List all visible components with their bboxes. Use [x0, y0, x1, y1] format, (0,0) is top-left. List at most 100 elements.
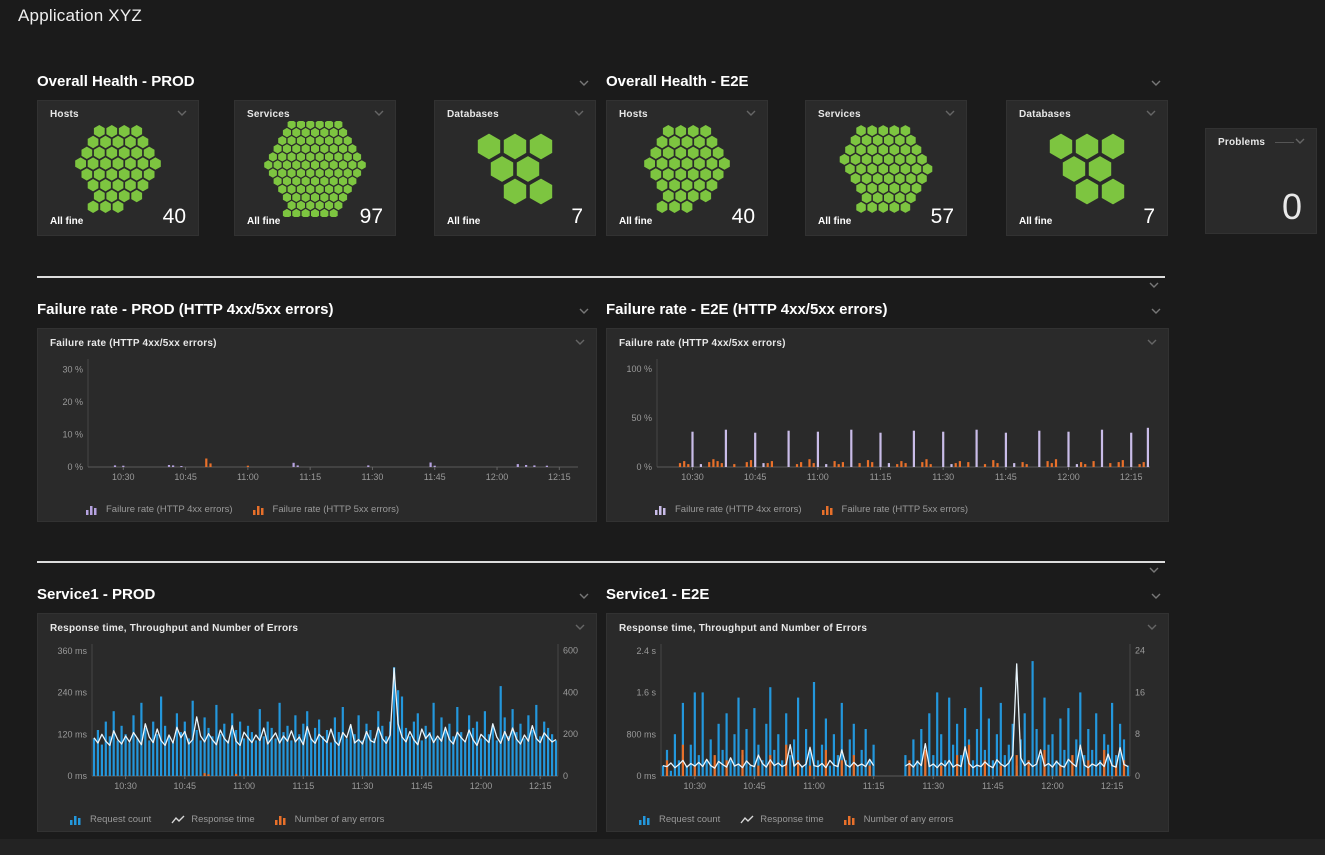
status-label: All fine	[818, 216, 851, 227]
svg-text:600: 600	[563, 646, 578, 656]
count-value: 57	[931, 206, 954, 227]
svg-text:16: 16	[1135, 687, 1145, 697]
chart-title: Failure rate (HTTP 4xx/5xx errors)	[50, 338, 217, 349]
chevron-down-icon[interactable]	[1148, 281, 1160, 289]
svg-text:12:00: 12:00	[470, 781, 493, 791]
count-value: 40	[732, 206, 755, 227]
svg-text:10:30: 10:30	[681, 472, 704, 482]
legend-item[interactable]: Number of any errors	[844, 814, 954, 825]
chart-legend: Failure rate (HTTP 4xx errors) Failure ra…	[607, 504, 1168, 515]
legend-item[interactable]: Failure rate (HTTP 4xx errors)	[655, 504, 802, 515]
svg-text:10:30: 10:30	[112, 472, 135, 482]
svg-text:11:00: 11:00	[233, 781, 255, 791]
legend-item[interactable]: Failure rate (HTTP 5xx errors)	[253, 504, 400, 515]
legend-label: Response time	[191, 814, 254, 825]
svg-text:0 ms: 0 ms	[67, 771, 87, 781]
chevron-down-icon[interactable]	[1150, 307, 1162, 315]
tile-databases-e2e[interactable]: Databases All fine 7	[1006, 100, 1168, 236]
problems-label: Problems	[1218, 137, 1265, 148]
svg-text:10:45: 10:45	[174, 472, 197, 482]
svg-text:11:15: 11:15	[870, 472, 892, 482]
tile-label: Hosts	[50, 109, 79, 120]
service-e2e-chart[interactable]: 2.4 s1.6 s800 ms0 ms24168010:3010:4511:0…	[607, 640, 1166, 802]
svg-text:12:15: 12:15	[1120, 472, 1143, 482]
chevron-down-icon[interactable]	[1148, 566, 1160, 574]
line-series-icon	[171, 814, 185, 825]
tile-problems[interactable]: Problems 0	[1205, 128, 1317, 234]
tile-hosts-prod[interactable]: Hosts All fine 40	[37, 100, 199, 236]
bar-series-icon	[639, 814, 653, 825]
legend-label: Request count	[90, 814, 151, 825]
failure-e2e-chart-tile[interactable]: Failure rate (HTTP 4xx/5xx errors) 100 %…	[606, 328, 1169, 522]
svg-text:0: 0	[1135, 771, 1140, 781]
tile-services-prod[interactable]: Services All fine 97	[234, 100, 396, 236]
section-divider	[37, 561, 1165, 563]
tile-databases-prod[interactable]: Databases All fine 7	[434, 100, 596, 236]
bar-series-icon	[844, 814, 858, 825]
problems-value: 0	[1282, 189, 1302, 225]
bar-series-icon	[70, 814, 84, 825]
chevron-down-icon[interactable]	[1150, 592, 1162, 600]
chart-legend: Failure rate (HTTP 4xx errors) Failure ra…	[38, 504, 596, 515]
bar-series-icon	[275, 814, 289, 825]
section-divider	[37, 276, 1165, 278]
legend-item[interactable]: Number of any errors	[275, 814, 385, 825]
svg-text:10:45: 10:45	[744, 472, 767, 482]
service-e2e-chart-tile[interactable]: Response time, Throughput and Number of …	[606, 613, 1169, 832]
legend-item[interactable]: Failure rate (HTTP 4xx errors)	[86, 504, 233, 515]
tile-hosts-e2e[interactable]: Hosts All fine 40	[606, 100, 768, 236]
service-prod-chart-tile[interactable]: Response time, Throughput and Number of …	[37, 613, 597, 832]
chevron-down-icon[interactable]	[373, 109, 385, 117]
bar-series-icon	[86, 504, 100, 515]
chevron-down-icon[interactable]	[1146, 623, 1158, 631]
legend-label: Number of any errors	[295, 814, 385, 825]
chevron-down-icon[interactable]	[176, 109, 188, 117]
tile-label: Hosts	[619, 109, 648, 120]
chart-legend: Request count Response time Number of any …	[38, 814, 596, 825]
legend-item[interactable]: Response time	[171, 814, 254, 825]
svg-text:0 %: 0 %	[67, 462, 83, 472]
section-title-health-prod: Overall Health - PROD	[37, 73, 195, 90]
chevron-down-icon[interactable]	[574, 338, 586, 346]
tile-services-e2e[interactable]: Services All fine 57	[805, 100, 967, 236]
legend-item[interactable]: Response time	[740, 814, 823, 825]
svg-text:24: 24	[1135, 646, 1145, 656]
legend-label: Failure rate (HTTP 5xx errors)	[842, 504, 969, 515]
status-label: All fine	[50, 216, 83, 227]
svg-text:10:45: 10:45	[174, 781, 197, 791]
honeycomb-hosts-e2e	[607, 121, 767, 217]
trend-placeholder	[1275, 142, 1294, 143]
service-prod-chart[interactable]: 360 ms240 ms120 ms0 ms600400200010:3010:…	[38, 640, 594, 802]
svg-text:12:00: 12:00	[1041, 781, 1064, 791]
chevron-down-icon[interactable]	[1145, 109, 1157, 117]
svg-text:11:00: 11:00	[803, 781, 825, 791]
svg-text:11:15: 11:15	[299, 472, 321, 482]
legend-item[interactable]: Failure rate (HTTP 5xx errors)	[822, 504, 969, 515]
chevron-down-icon[interactable]	[573, 109, 585, 117]
chevron-down-icon[interactable]	[1150, 79, 1162, 87]
chevron-down-icon[interactable]	[578, 592, 590, 600]
svg-text:0: 0	[563, 771, 568, 781]
failure-prod-chart[interactable]: 30 %20 %10 %0 %10:3010:4511:0011:1511:30…	[38, 355, 594, 493]
bar-series-icon	[822, 504, 836, 515]
legend-label: Number of any errors	[864, 814, 954, 825]
svg-text:360 ms: 360 ms	[57, 646, 87, 656]
line-series-icon	[740, 814, 754, 825]
svg-text:100 %: 100 %	[626, 364, 652, 374]
failure-e2e-chart[interactable]: 100 %50 %0 %10:3010:4511:0011:1511:3011:…	[607, 355, 1166, 493]
tile-label: Services	[818, 109, 861, 120]
legend-item[interactable]: Request count	[70, 814, 151, 825]
chevron-down-icon[interactable]	[578, 79, 590, 87]
status-label: All fine	[619, 216, 652, 227]
chevron-down-icon[interactable]	[745, 109, 757, 117]
legend-item[interactable]: Request count	[639, 814, 720, 825]
chevron-down-icon[interactable]	[1146, 338, 1158, 346]
dashboard: Application XYZ Overall Health - PROD Ov…	[0, 0, 1325, 855]
failure-prod-chart-tile[interactable]: Failure rate (HTTP 4xx/5xx errors) 30 %2…	[37, 328, 597, 522]
chevron-down-icon[interactable]	[944, 109, 956, 117]
chevron-down-icon[interactable]	[574, 623, 586, 631]
chevron-down-icon[interactable]	[1294, 137, 1306, 145]
chevron-down-icon[interactable]	[578, 307, 590, 315]
svg-text:12:15: 12:15	[548, 472, 571, 482]
honeycomb-databases-prod	[435, 121, 595, 217]
